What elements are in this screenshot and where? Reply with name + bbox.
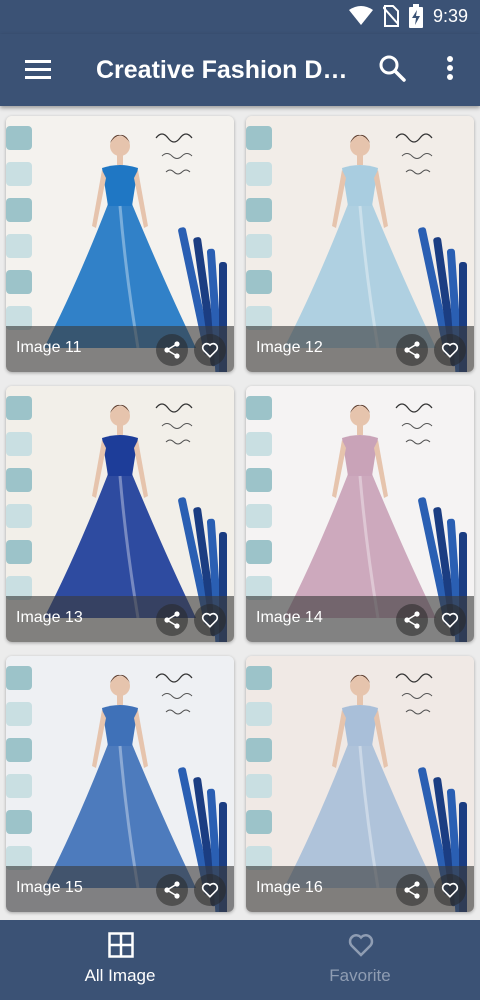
card-caption-bar: Image 11 [6, 326, 234, 372]
share-button[interactable] [156, 604, 188, 636]
favorite-button[interactable] [434, 334, 466, 366]
bottom-navigation: All Image Favorite [0, 920, 480, 1000]
favorite-button[interactable] [194, 604, 226, 636]
status-time: 9:39 [432, 5, 468, 26]
status-bar: 9:39 [0, 0, 480, 34]
card-caption-bar: Image 15 [6, 866, 234, 912]
gallery-card[interactable]: Image 11 [6, 116, 234, 372]
share-icon [164, 611, 180, 629]
heart-outline-icon [201, 612, 219, 628]
favorite-button[interactable] [434, 874, 466, 906]
favorite-button[interactable] [434, 604, 466, 636]
share-icon [404, 611, 420, 629]
menu-button[interactable] [20, 54, 56, 86]
gallery-card[interactable]: Image 14 [246, 386, 474, 642]
share-button[interactable] [156, 874, 188, 906]
card-label: Image 16 [256, 879, 323, 896]
card-label: Image 14 [256, 609, 323, 626]
nav-item-all-image[interactable]: All Image [0, 920, 240, 1000]
share-button[interactable] [156, 334, 188, 366]
heart-outline-icon [441, 612, 459, 628]
favorite-button[interactable] [194, 874, 226, 906]
hamburger-menu-icon [25, 60, 51, 79]
heart-outline-icon [348, 934, 374, 957]
app-bar: Creative Fashion Design [0, 34, 480, 106]
card-caption-bar: Image 14 [246, 596, 474, 642]
gallery-card[interactable]: Image 13 [6, 386, 234, 642]
card-label: Image 12 [256, 339, 323, 356]
more-options-button[interactable] [436, 54, 464, 86]
nav-label-all-image: All Image [84, 966, 156, 985]
heart-outline-icon [201, 882, 219, 898]
share-icon [164, 341, 180, 359]
heart-outline-icon [441, 342, 459, 358]
gallery-card[interactable]: Image 12 [246, 116, 474, 372]
card-label: Image 11 [16, 339, 82, 356]
card-label: Image 13 [16, 609, 83, 626]
share-icon [404, 341, 420, 359]
heart-outline-icon [201, 342, 219, 358]
gallery-card[interactable]: Image 15 [6, 656, 234, 912]
share-icon [404, 881, 420, 899]
gallery-card[interactable]: Image 16 [246, 656, 474, 912]
card-label: Image 15 [16, 879, 83, 896]
no-sim-icon [382, 5, 399, 27]
search-icon [379, 55, 406, 82]
share-button[interactable] [396, 334, 428, 366]
image-gallery-grid: Image 11 Image 12 Image 13 Image 14 Imag… [0, 106, 480, 920]
heart-outline-icon [441, 882, 459, 898]
wifi-icon [348, 6, 373, 25]
share-button[interactable] [396, 874, 428, 906]
share-button[interactable] [396, 604, 428, 636]
card-caption-bar: Image 16 [246, 866, 474, 912]
card-caption-bar: Image 13 [6, 596, 234, 642]
share-icon [164, 881, 180, 899]
nav-label-favorite: Favorite [329, 966, 391, 985]
battery-charging-icon [408, 4, 423, 28]
app-title: Creative Fashion Design [96, 56, 358, 84]
search-button[interactable] [378, 54, 410, 86]
card-caption-bar: Image 12 [246, 326, 474, 372]
more-vert-icon [447, 56, 453, 80]
grid-icon [108, 932, 134, 958]
nav-item-favorite[interactable]: Favorite [240, 920, 480, 1000]
status-icons: 9:39 [348, 4, 468, 28]
favorite-button[interactable] [194, 334, 226, 366]
